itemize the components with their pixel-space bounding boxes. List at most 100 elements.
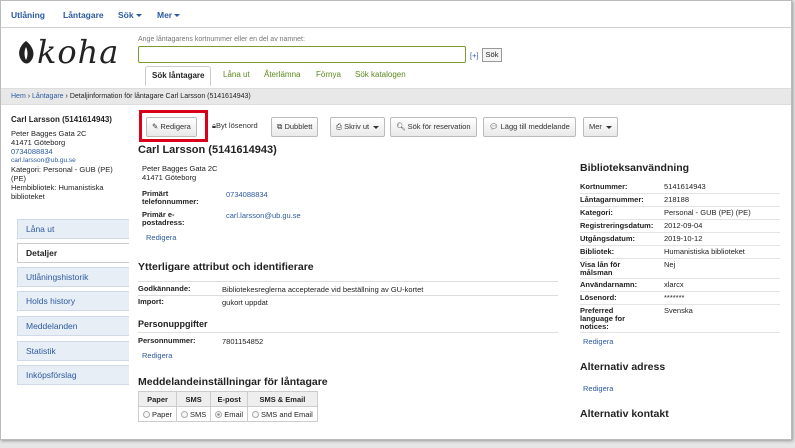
messaging-header: SMS — [176, 391, 212, 407]
breadcrumb-separator: › — [27, 93, 31, 100]
breadcrumb-patrons[interactable]: Låntagare — [32, 93, 64, 100]
nav-search[interactable]: Sök — [118, 10, 142, 20]
sidebar-email[interactable]: carl.larsson@ub.gu.se — [11, 156, 76, 165]
primary-email-value[interactable]: carl.larsson@ub.gu.se — [226, 211, 301, 220]
patron-search-input[interactable] — [138, 46, 466, 63]
divider — [580, 232, 780, 233]
username-value: xlarcx — [664, 280, 684, 289]
messaging-heading: Meddelandeinställningar för låntagare — [138, 376, 328, 388]
divider — [138, 281, 558, 282]
more-label: Mer — [589, 122, 602, 131]
borrower-number-value: 218188 — [664, 195, 690, 204]
koha-logo[interactable]: koha — [15, 33, 119, 71]
password-value: ******* — [664, 293, 685, 302]
divider — [580, 304, 780, 305]
duplicate-button[interactable]: ⧉ Dubblett — [271, 117, 319, 137]
search-hint: Ange låntagarens kortnummer eller en del… — [138, 36, 305, 43]
sidebar-category: Kategori: Personal - GUB (PE) — [11, 165, 113, 174]
change-password-button[interactable]: 🔒︎Byt lösenord — [207, 117, 263, 137]
preferred-language-value: Svenska — [664, 306, 693, 315]
nav-patrons[interactable]: Låntagare — [63, 10, 104, 20]
sidebar-city: 41471 Göteborg — [11, 138, 66, 147]
tab-search-catalog[interactable]: Sök katalogen — [355, 66, 406, 86]
messaging-option[interactable]: SMS and Email — [247, 406, 318, 422]
sidebar-item-holds-history[interactable]: Holds history — [17, 291, 129, 311]
chevron-down-icon — [606, 125, 613, 129]
nav-circulation[interactable]: Utlåning — [11, 10, 45, 20]
print-label: Skriv ut — [344, 122, 370, 131]
more-button[interactable]: Mer — [583, 117, 619, 137]
logo-text: koha — [37, 33, 120, 71]
add-message-button[interactable]: 💬︎ Lägg till meddelande — [483, 117, 576, 137]
add-message-label: Lägg till meddelande — [500, 122, 570, 131]
highlight-annotation — [139, 110, 208, 142]
koha-leaf-icon — [19, 41, 34, 64]
sidebar-phone[interactable]: 0734088834 — [11, 147, 53, 156]
sidebar-item-details[interactable]: Detaljer — [17, 243, 129, 263]
patron-title: Carl Larsson (5141614943) — [138, 144, 277, 156]
guarantor-label: Visa lån för målsman — [580, 260, 621, 277]
divider — [580, 291, 780, 292]
search-icon: 🔍︎ — [396, 122, 406, 131]
option-label: SMS and Email — [261, 409, 313, 419]
copy-icon: ⧉ — [277, 122, 283, 131]
alt-contact-heading: Alternativ kontakt — [580, 408, 669, 420]
sidebar-home-library: Hembibliotek: Humanistiska — [11, 183, 104, 192]
sidebar-item-circulation-history[interactable]: Utlåningshistorik — [17, 267, 129, 287]
messaging-option[interactable]: SMS — [176, 406, 212, 422]
library-value: Humanistiska biblioteket — [664, 247, 745, 256]
breadcrumb-current: Detaljinformation för låntagare Carl Lar… — [69, 93, 251, 100]
nav-more[interactable]: Mer — [157, 10, 181, 20]
sidebar-item-notices[interactable]: Meddelanden — [17, 316, 129, 336]
edit-contact-link[interactable]: Redigera — [146, 233, 176, 242]
radio-button[interactable] — [252, 411, 260, 419]
patron-city: 41471 Göteborg — [142, 173, 197, 182]
personal-number-label: Personnummer: — [138, 336, 196, 345]
primary-email-label: Primär e-postadress: — [142, 210, 185, 227]
personal-heading: Personuppgifter — [138, 319, 208, 329]
divider — [580, 206, 780, 207]
breadcrumb: Hem › Låntagare › Detaljinformation för … — [1, 88, 791, 105]
attribute-value: Bibliotekesreglerna accepterade vid best… — [222, 285, 424, 294]
sidebar-item-purchase-suggestions[interactable]: Inköpsförslag — [17, 365, 129, 385]
library-label: Bibliotek: — [580, 247, 615, 256]
advanced-search-toggle[interactable]: [+] — [470, 51, 479, 60]
tab-renew[interactable]: Förnya — [316, 66, 341, 86]
chevron-down-icon — [135, 14, 142, 18]
radio-button[interactable] — [143, 411, 150, 419]
tab-checkout[interactable]: Låna ut — [223, 66, 250, 86]
sidebar-home-library-cont: biblioteket — [11, 192, 45, 201]
divider — [580, 245, 780, 246]
print-button[interactable]: ⎙ Skriv ut — [330, 117, 386, 137]
primary-phone-value[interactable]: 0734088834 — [226, 190, 268, 199]
category-label: Kategori: — [580, 208, 613, 217]
patron-sidebar: Carl Larsson (5141614943) Peter Bagges G… — [1, 109, 134, 439]
sidebar-item-checkout[interactable]: Låna ut — [17, 219, 129, 239]
divider — [138, 295, 558, 296]
messaging-header: Paper — [137, 391, 178, 407]
messaging-header: SMS & Email — [247, 391, 318, 407]
tab-checkin[interactable]: Återlämna — [264, 66, 300, 86]
card-number-value: 5141614943 — [664, 182, 706, 191]
browser-frame: Utlåning Låntagare Sök Mer koha Ange lån… — [0, 0, 792, 440]
edit-alt-address-link[interactable]: Redigera — [583, 384, 613, 393]
edit-library-use-link[interactable]: Redigera — [583, 337, 613, 346]
patron-street: Peter Bagges Gata 2C — [142, 164, 218, 173]
radio-button-selected[interactable] — [215, 411, 223, 419]
messaging-table: Paper SMS E-post SMS & Email Paper SMS E… — [137, 391, 318, 422]
breadcrumb-separator: › — [65, 93, 68, 100]
sidebar-item-statistics[interactable]: Statistik — [17, 341, 129, 361]
breadcrumb-home[interactable]: Hem — [11, 93, 26, 100]
registration-date-label: Registreringsdatum: — [580, 221, 654, 230]
sidebar-category-code: (PE) — [11, 174, 26, 183]
messaging-option[interactable]: Paper — [137, 406, 178, 422]
sidebar-patron-name: Carl Larsson (5141614943) — [11, 115, 112, 124]
tab-search-patrons[interactable]: Sök låntagare — [145, 66, 212, 86]
search-to-hold-button[interactable]: 🔍︎ Sök för reservation — [390, 117, 477, 137]
expiry-date-label: Utgångsdatum: — [580, 234, 635, 243]
messaging-header: E-post — [210, 391, 249, 407]
radio-button[interactable] — [181, 411, 189, 419]
search-button[interactable]: Sök — [482, 48, 502, 62]
messaging-option[interactable]: Email — [210, 406, 249, 422]
edit-personal-link[interactable]: Redigera — [142, 351, 172, 360]
